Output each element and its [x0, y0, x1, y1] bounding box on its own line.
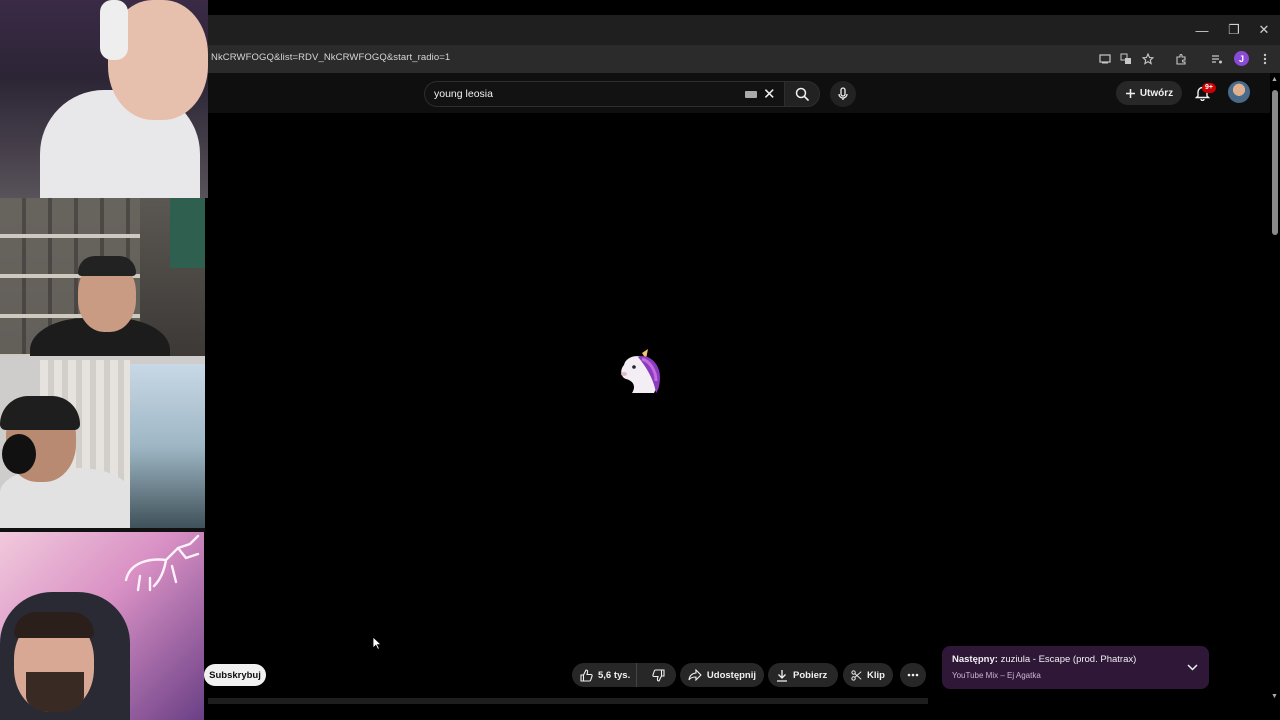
more-actions-button[interactable]: [900, 663, 926, 687]
like-dislike-group: 5,6 tys.: [572, 663, 676, 687]
expand-playlist-button[interactable]: [1184, 659, 1200, 675]
scrollbar-thumb[interactable]: [1272, 90, 1278, 235]
headphones: [2, 434, 36, 474]
youtube-header: young leosia ✕ Utwórz 9+: [208, 73, 1272, 113]
download-button[interactable]: Pobierz: [768, 663, 838, 687]
profile-avatar-icon[interactable]: J: [1234, 51, 1249, 66]
microphone-icon: [838, 87, 848, 100]
url-text[interactable]: NkCRWFOGQ&list=RDV_NkCRWFOGQ&start_radio…: [211, 52, 450, 63]
like-button[interactable]: 5,6 tys.: [572, 663, 637, 687]
mouse-cursor-icon: [372, 636, 382, 650]
media-controls-icon[interactable]: [1208, 50, 1226, 68]
kebab-menu-icon[interactable]: [1256, 50, 1274, 68]
voice-search-button[interactable]: [830, 81, 856, 107]
share-arrow-icon: [688, 669, 702, 681]
create-button-label: Utwórz: [1139, 87, 1174, 99]
download-icon: [777, 669, 787, 682]
chevron-down-icon: [1186, 663, 1198, 671]
maximize-button[interactable]: ❐: [1218, 15, 1250, 45]
headphones: [100, 0, 128, 60]
browser-title-bar: — ❐ ✕: [208, 15, 1280, 45]
up-next-card[interactable]: Następny: zuziula - Escape (prod. Phatra…: [942, 646, 1209, 689]
plus-icon: [1125, 88, 1135, 98]
aquarium: [170, 198, 205, 268]
unicorn-icon: [621, 349, 660, 393]
minimize-button[interactable]: —: [1186, 15, 1218, 45]
neon-bull-sign: [124, 534, 200, 592]
share-button[interactable]: Udostępnij: [680, 663, 764, 687]
account-avatar[interactable]: [1228, 81, 1250, 103]
up-next-title: Następny: zuziula - Escape (prod. Phatra…: [952, 654, 1137, 665]
clip-button[interactable]: Klip: [843, 663, 893, 687]
thumbs-down-icon: [652, 668, 665, 682]
notification-badge: 9+: [1202, 83, 1216, 93]
cap: [0, 396, 80, 430]
keyboard-icon[interactable]: [745, 91, 757, 98]
clear-search-icon[interactable]: ✕: [763, 85, 776, 103]
subscribe-button[interactable]: Subskrybuj: [204, 664, 266, 686]
streamer-body: [0, 468, 130, 530]
up-next-playlist: YouTube Mix – Ej Agatka: [952, 671, 1041, 680]
thumbs-up-icon: [580, 668, 593, 682]
address-bar: NkCRWFOGQ&list=RDV_NkCRWFOGQ&start_radio…: [208, 45, 1280, 73]
video-player[interactable]: [208, 113, 1272, 630]
translate-icon[interactable]: [1117, 50, 1135, 68]
webcam-feed-4: [0, 532, 204, 720]
webcam-feed-1: [0, 0, 208, 198]
clip-label: Klip: [867, 669, 885, 681]
scroll-up-arrow-icon[interactable]: ▲: [1271, 76, 1278, 83]
scissors-icon: [851, 669, 862, 681]
share-label: Udostępnij: [706, 669, 756, 681]
close-window-button[interactable]: ✕: [1248, 15, 1280, 45]
horizontal-scrollbar[interactable]: [208, 698, 928, 704]
more-horizontal-icon: [907, 673, 919, 677]
cast-icon[interactable]: [1096, 50, 1114, 68]
create-button[interactable]: Utwórz: [1116, 81, 1182, 105]
window-view: [130, 364, 205, 530]
download-label: Pobierz: [793, 669, 828, 681]
search-icon: [795, 87, 809, 101]
search-input[interactable]: young leosia ✕: [424, 81, 784, 107]
dislike-button[interactable]: [642, 663, 676, 687]
scroll-down-arrow-icon[interactable]: ▼: [1271, 693, 1278, 700]
like-count: 5,6 tys.: [598, 669, 631, 681]
search-query-text: young leosia: [434, 88, 493, 100]
bookmark-star-icon[interactable]: [1139, 50, 1157, 68]
extensions-icon[interactable]: [1172, 50, 1190, 68]
webcam-feed-2: [0, 198, 205, 530]
search-button[interactable]: [784, 81, 820, 107]
